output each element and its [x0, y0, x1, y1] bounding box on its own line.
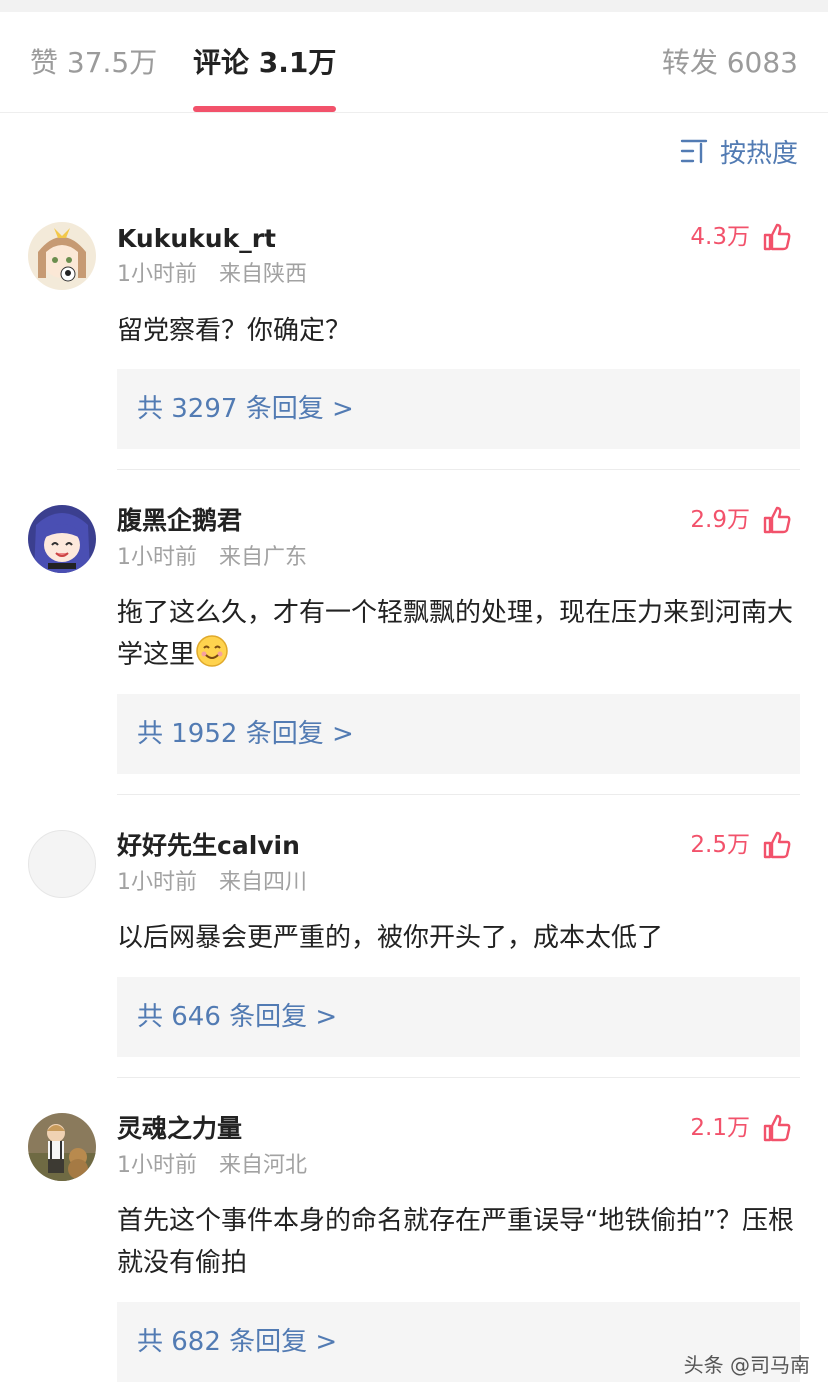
comment-text: 留党察看？你确定？	[117, 316, 352, 346]
comment-location: 来自河北	[219, 1153, 308, 1178]
divider	[117, 469, 800, 470]
comment-meta: 1小时前 来自河北	[117, 1151, 307, 1181]
thumbs-up-icon	[763, 506, 791, 534]
username[interactable]: Kukukuk_rt	[117, 222, 276, 256]
username[interactable]: 好好先生calvin	[117, 829, 300, 863]
avatar[interactable]	[28, 830, 96, 898]
like-button[interactable]: 2.5万	[690, 830, 792, 860]
tab-reposts[interactable]: 转发 6083	[662, 46, 798, 80]
divider	[117, 1077, 800, 1078]
tab-bar: 赞 37.5万 评论 3.1万 转发 6083	[0, 12, 828, 113]
replies-label: 共 646 条回复 >	[137, 1002, 338, 1032]
comment-location: 来自陕西	[219, 262, 308, 287]
like-count: 2.9万	[690, 507, 750, 533]
replies-link[interactable]: 共 646 条回复 >	[117, 977, 800, 1057]
replies-link[interactable]: 共 1952 条回复 >	[117, 694, 800, 774]
comment-time: 1小时前	[117, 545, 197, 570]
like-count: 4.3万	[690, 224, 750, 250]
comment-text: 拖了这么久，才有一个轻飘飘的处理，现在压力来到河南大学这里	[117, 592, 807, 676]
comment-meta: 1小时前 来自四川	[117, 868, 307, 898]
avatar[interactable]	[28, 505, 96, 573]
replies-link[interactable]: 共 3297 条回复 >	[117, 369, 800, 449]
tab-comments[interactable]: 评论 3.1万	[193, 46, 336, 80]
like-button[interactable]: 2.1万	[690, 1113, 792, 1143]
thumbs-up-icon	[763, 223, 791, 251]
comment-time: 1小时前	[117, 1153, 197, 1178]
divider	[117, 794, 800, 795]
like-count: 2.5万	[690, 832, 750, 858]
avatar[interactable]	[28, 222, 96, 290]
like-button[interactable]: 4.3万	[690, 222, 792, 252]
like-count: 2.1万	[690, 1115, 750, 1141]
comment-time: 1小时前	[117, 870, 197, 895]
replies-label: 共 1952 条回复 >	[137, 719, 354, 749]
tab-likes[interactable]: 赞 37.5万	[30, 46, 157, 80]
comment-text: 以后网暴会更严重的，被你开头了，成本太低了	[117, 923, 664, 953]
top-strip	[0, 0, 828, 12]
thumbs-up-icon	[763, 1114, 791, 1142]
comment-location: 来自广东	[219, 545, 308, 570]
thumbs-up-icon	[763, 831, 791, 859]
sort-label: 按热度	[719, 138, 798, 169]
smiling-face-emoji-icon	[196, 635, 228, 667]
active-tab-indicator	[193, 106, 336, 112]
comment-text: 首先这个事件本身的命名就存在严重误导“地铁偷拍”？压根就没有偷拍	[117, 1206, 794, 1278]
comment-meta: 1小时前 来自陕西	[117, 260, 307, 290]
replies-label: 共 3297 条回复 >	[137, 394, 354, 424]
comment-meta: 1小时前 来自广东	[117, 543, 307, 573]
sort-button[interactable]: 按热度	[680, 134, 798, 169]
comment-time: 1小时前	[117, 262, 197, 287]
username[interactable]: 腹黑企鹅君	[117, 504, 242, 538]
avatar[interactable]	[28, 1113, 96, 1181]
sort-icon	[680, 139, 708, 164]
like-button[interactable]: 2.9万	[690, 505, 792, 535]
watermark: 头条 @司马南	[683, 1353, 810, 1377]
username[interactable]: 灵魂之力量	[117, 1112, 242, 1146]
comment-location: 来自四川	[219, 870, 308, 895]
replies-label: 共 682 条回复 >	[137, 1327, 338, 1357]
